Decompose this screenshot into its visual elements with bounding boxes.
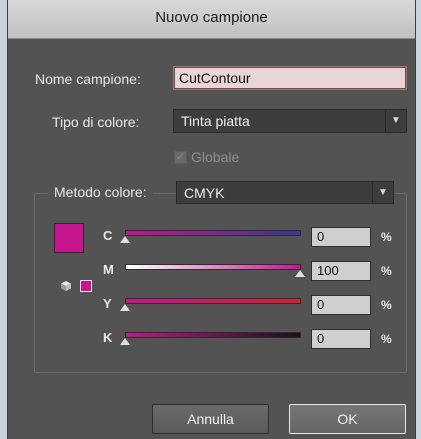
swatch-name-input[interactable]: CutContour	[173, 66, 407, 90]
channel-m-slider-thumb[interactable]	[295, 270, 305, 277]
swatch-name-label: Nome campione:	[35, 71, 141, 87]
channel-c-slider[interactable]	[125, 230, 301, 236]
channel-y-slider[interactable]	[125, 298, 301, 304]
global-checkbox[interactable]: ✓	[174, 151, 187, 164]
ok-button[interactable]: OK	[289, 404, 406, 434]
channel-k-slider-thumb[interactable]	[120, 338, 130, 345]
chevron-down-icon: ▼	[385, 110, 406, 132]
chevron-down-icon: ▼	[372, 182, 393, 203]
channel-k-unit: %	[381, 332, 392, 346]
color-mode-value: CMYK	[184, 185, 225, 201]
channel-m-slider[interactable]	[125, 264, 301, 270]
channel-k-label: K	[103, 330, 113, 345]
color-mode-select[interactable]: CMYK ▼	[176, 181, 394, 204]
channel-k-input[interactable]: 0	[311, 329, 371, 349]
channel-m-unit: %	[381, 264, 392, 278]
channel-c-unit: %	[381, 230, 392, 244]
channel-c-input[interactable]: 0	[311, 227, 371, 247]
check-icon: ✓	[175, 151, 186, 163]
new-swatch-dialog: Nuovo campione Nome campione: CutContour…	[7, 0, 416, 439]
channel-c-slider-thumb[interactable]	[120, 236, 130, 243]
color-mode-label: Metodo colore:	[48, 184, 153, 200]
channel-m-label: M	[103, 262, 114, 277]
channel-y-input[interactable]: 0	[311, 295, 371, 315]
color-type-label: Tipo di colore:	[52, 114, 140, 130]
channel-y-slider-thumb[interactable]	[120, 304, 130, 311]
channel-y-label: Y	[103, 296, 112, 311]
channel-k-slider[interactable]	[125, 332, 301, 338]
cancel-button[interactable]: Annulla	[152, 404, 269, 434]
title-bar[interactable]: Nuovo campione	[8, 0, 415, 39]
gamut-swatch[interactable]	[80, 280, 92, 292]
channel-y-unit: %	[381, 298, 392, 312]
color-preview-swatch	[54, 223, 84, 253]
channel-m-input[interactable]: 100	[311, 261, 371, 281]
color-type-value: Tinta piatta	[181, 113, 250, 129]
cube-icon[interactable]	[60, 280, 72, 292]
color-type-select[interactable]: Tinta piatta ▼	[173, 109, 407, 133]
channel-c-label: C	[103, 228, 113, 243]
window-title: Nuovo campione	[155, 9, 268, 26]
global-label: Globale	[191, 149, 240, 165]
